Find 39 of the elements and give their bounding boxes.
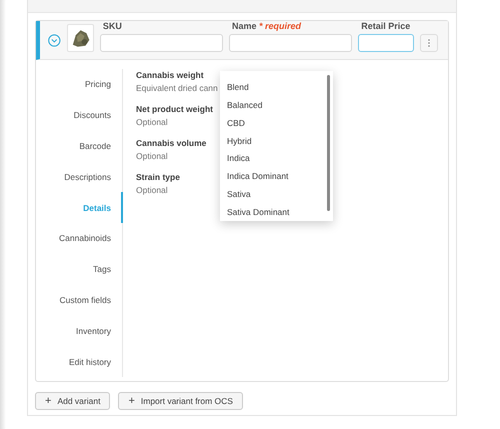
detail-label: Cannabis volume — [136, 138, 208, 148]
input-field[interactable] — [100, 34, 224, 52]
field-label: SKU — [102, 21, 123, 31]
dropdown-option[interactable]: Balanced — [220, 96, 327, 114]
input-field[interactable] — [358, 34, 414, 52]
nav-tab[interactable]: Discounts — [36, 100, 123, 131]
field-label: Name * required — [231, 21, 302, 31]
field-label: Retail Price — [360, 21, 412, 31]
detail-label: Strain type — [136, 172, 181, 182]
chevron-circle-icon[interactable] — [48, 34, 61, 47]
dropdown-option[interactable]: Sativa Dominant — [220, 203, 327, 221]
plus-icon: + — [45, 395, 52, 407]
input-field[interactable] — [229, 34, 352, 52]
dropdown-option[interactable]: Blend — [220, 78, 327, 96]
nav-tab[interactable]: Cannabinoids — [36, 222, 123, 254]
nav-tab[interactable]: Tags — [36, 254, 123, 285]
detail-hint: Optional — [136, 117, 169, 127]
more-icon — [428, 39, 430, 47]
detail-hint: Equivalent dried cann — [136, 83, 218, 93]
detail-label: Cannabis weight — [136, 70, 205, 80]
dropdown-option[interactable]: Indica Dominant — [220, 167, 327, 186]
nav-tab[interactable]: Pricing — [36, 69, 123, 100]
scrollbar[interactable] — [327, 75, 330, 211]
nav-tab[interactable]: Barcode — [36, 130, 123, 162]
dropdown-option[interactable]: Indica — [220, 150, 327, 168]
nav-tab[interactable]: Inventory — [36, 315, 123, 346]
dropdown-option[interactable]: Sativa — [220, 185, 327, 204]
more-button[interactable] — [420, 34, 438, 52]
add-button[interactable]: + Import variant from OCS — [118, 392, 243, 410]
nav-tab[interactable]: Descriptions — [36, 161, 123, 192]
plus-icon: + — [128, 395, 135, 407]
dropdown-option[interactable]: Hybrid — [220, 132, 327, 150]
nav-tab[interactable]: Edit history — [36, 346, 123, 377]
detail-hint: Optional — [136, 151, 169, 161]
nav-tab[interactable]: Custom fields — [36, 284, 123, 316]
add-button[interactable]: + Add variant — [35, 392, 110, 410]
detail-label: Net product weight — [136, 104, 214, 114]
detail-hint: Optional — [136, 185, 169, 195]
dropdown-option[interactable]: CBD — [220, 114, 327, 132]
